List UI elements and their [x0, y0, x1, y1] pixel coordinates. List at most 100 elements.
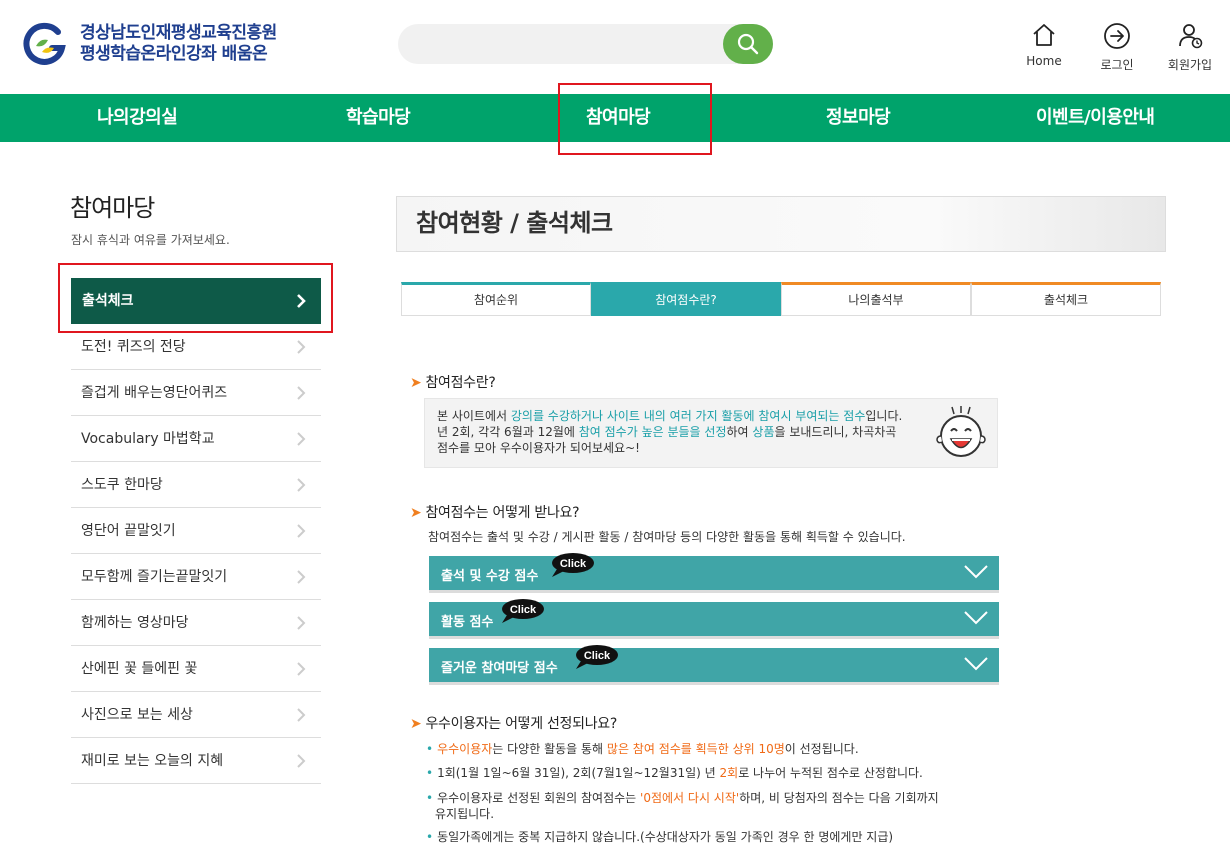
chevron-right-icon	[297, 570, 306, 584]
chevron-right-icon	[297, 340, 306, 354]
chevron-right-icon	[297, 478, 306, 492]
side-item-word-chain[interactable]: 영단어 끝말잇기	[71, 508, 321, 554]
intro-text-part: 을 보내드리니, 차곡차곡	[774, 425, 897, 439]
side-item-label: 재미로 보는 오늘의 지혜	[81, 753, 224, 769]
intro-text-highlight: 참여 점수가 높은 분들을 선정	[578, 425, 727, 439]
section-title-text: 우수이용자는 어떻게 선정되나요?	[425, 716, 617, 732]
intro-text: 본 사이트에서 강의를 수강하거나 사이트 내의 여러 가지 활동에 참여시 부…	[437, 408, 937, 456]
nav-information[interactable]: 정보마당	[826, 94, 891, 142]
side-item-vocabulary[interactable]: Vocabulary 마법학교	[71, 416, 321, 462]
click-bubble-icon: Click	[576, 645, 618, 669]
side-item-label: 산에핀 꽃 들에핀 꽃	[81, 661, 198, 677]
arrow-icon: ➤	[410, 505, 422, 521]
accordion-attendance-score[interactable]: 출석 및 수강 점수 Click	[429, 553, 999, 590]
side-item-group-word-chain[interactable]: 모두함께 즐기는끝말잇기	[71, 554, 321, 600]
chevron-right-icon	[297, 616, 306, 630]
logo-line2: 평생학습온라인강좌 배움온	[80, 44, 268, 64]
home-label: Home	[1026, 54, 1062, 68]
smiley-face-icon	[936, 406, 986, 457]
user-add-icon	[1179, 24, 1203, 49]
section-title-selection: ➤ 우수이용자는 어떻게 선정되나요?	[410, 713, 617, 733]
nav-participation[interactable]: 참여마당	[586, 94, 651, 142]
click-text: Click	[510, 604, 537, 616]
chevron-down-icon	[964, 611, 988, 625]
login-link[interactable]: 로그인	[1087, 22, 1147, 73]
intro-box: 본 사이트에서 강의를 수강하거나 사이트 내의 여러 가지 활동에 참여시 부…	[424, 398, 998, 468]
chevron-right-icon	[297, 524, 306, 538]
side-item-sudoku[interactable]: 스도쿠 한마당	[71, 462, 321, 508]
bullet-item: • 우수이용자는 다양한 활동을 통해 많은 참여 점수를 획득한 상위 10명이…	[426, 741, 859, 757]
bullet-highlight: 2회	[719, 766, 739, 780]
section-title-text: 참여점수란?	[425, 375, 496, 391]
bullet-dot: •	[426, 766, 434, 780]
bullet-item: • 1회(1월 1일~6월 31일), 2회(7월1일~12월31일) 년 2회로…	[426, 765, 923, 781]
side-item-label: 즐겁게 배우는영단어퀴즈	[81, 385, 228, 401]
logo-mark-icon	[22, 22, 66, 66]
chevron-right-icon	[297, 294, 306, 308]
side-item-quiz[interactable]: 도전! 퀴즈의 전당	[71, 324, 321, 370]
side-item-label: 함께하는 영상마당	[81, 615, 189, 631]
chevron-down-icon	[964, 657, 988, 671]
intro-line-3: 점수를 모아 우수이용자가 되어보세요~!	[437, 441, 640, 455]
login-icon	[1104, 23, 1130, 49]
side-item-word-quiz[interactable]: 즐겁게 배우는영단어퀴즈	[71, 370, 321, 416]
chevron-right-icon	[297, 386, 306, 400]
side-item-label: 스도쿠 한마당	[81, 477, 163, 493]
intro-text-highlight: 상품	[752, 425, 775, 439]
bullet-text: 유지됩니다.	[435, 807, 495, 821]
logo-text: 경상남도인재평생교육진흥원 평생학습온라인강좌 배움온	[80, 23, 277, 65]
home-link[interactable]: Home	[1014, 22, 1074, 68]
side-item-wisdom[interactable]: 재미로 보는 오늘의 지혜	[71, 738, 321, 784]
chevron-right-icon	[297, 662, 306, 676]
click-bubble-icon: Click	[502, 599, 544, 623]
bullet-text: 동일가족에게는 중복 지급하지 않습니다.(수상대상자가 동일 가족인 경우 한…	[437, 830, 894, 844]
intro-text-part: 입니다.	[865, 409, 903, 423]
side-item-label: Vocabulary 마법학교	[81, 431, 215, 447]
side-item-flowers[interactable]: 산에핀 꽃 들에핀 꽃	[71, 646, 321, 692]
home-icon	[1033, 24, 1055, 46]
search-bar[interactable]	[398, 24, 773, 64]
bullet-text: 하며, 비 당첨자의 점수는 다음 기회까지	[739, 791, 939, 805]
logo-line1: 경상남도인재평생교육진흥원	[80, 23, 277, 43]
bullet-highlight: 많은 참여 점수를 획득한 상위 10명	[606, 742, 785, 756]
side-item-label: 영단어 끝말잇기	[81, 523, 176, 539]
tab-ranking[interactable]: 참여순위	[401, 282, 591, 316]
intro-text-part: 하여	[726, 425, 753, 439]
bullet-item: • 동일가족에게는 중복 지급하지 않습니다.(수상대상자가 동일 가족인 경우 …	[426, 829, 893, 845]
bullet-highlight: '0점에서 다시 시작'	[640, 791, 740, 805]
signup-link[interactable]: 회원가입	[1160, 22, 1220, 73]
accordion-label: 활동 점수	[441, 615, 494, 630]
bullet-text: 이 선정됩니다.	[784, 742, 859, 756]
side-item-photos[interactable]: 사진으로 보는 세상	[71, 692, 321, 738]
tab-score-info[interactable]: 참여점수란?	[591, 282, 781, 316]
nav-learning[interactable]: 학습마당	[346, 94, 411, 142]
search-button[interactable]	[723, 24, 773, 64]
intro-text-highlight: 강의를 수강하거나 사이트 내의 여러 가지 활동에 참여시 부여되는 점수	[510, 409, 866, 423]
click-bubble-icon: Click	[552, 553, 594, 577]
tab-bar: 참여순위 참여점수란? 나의출석부 출석체크	[401, 282, 1161, 316]
bullet-dot: •	[426, 830, 434, 844]
main-nav: 나의강의실 학습마당 참여마당 정보마당 이벤트/이용안내	[0, 94, 1230, 142]
side-item-label: 사진으로 보는 세상	[81, 707, 193, 723]
bullet-text: 1회(1월 1일~6월 31일), 2회(7월1일~12월31일) 년	[437, 766, 720, 780]
search-icon	[737, 33, 759, 55]
bullet-highlight: 우수이용자	[437, 742, 493, 756]
section-title-text: 참여점수는 어떻게 받나요?	[425, 505, 580, 521]
side-item-video[interactable]: 함께하는 영상마당	[71, 600, 321, 646]
side-item-attendance-check[interactable]: 출석체크	[71, 278, 321, 324]
bullet-dot: •	[426, 742, 434, 756]
click-text: Click	[560, 558, 587, 570]
signup-label: 회원가입	[1167, 58, 1213, 72]
accordion-activity-score[interactable]: 활동 점수 Click	[429, 599, 999, 636]
nav-events[interactable]: 이벤트/이용안내	[1036, 94, 1155, 142]
click-text: Click	[584, 650, 611, 662]
site-logo[interactable]: 경상남도인재평생교육진흥원 평생학습온라인강좌 배움온	[22, 22, 277, 66]
side-item-label: 도전! 퀴즈의 전당	[81, 339, 186, 355]
nav-my-classroom[interactable]: 나의강의실	[97, 94, 178, 142]
chevron-right-icon	[297, 708, 306, 722]
tab-attendance-check[interactable]: 출석체크	[971, 282, 1161, 316]
side-subtitle: 잠시 휴식과 여유를 가져보세요.	[71, 233, 230, 247]
accordion-participation-score[interactable]: 즐거운 참여마당 점수 Click	[429, 645, 999, 682]
tab-my-attendance[interactable]: 나의출석부	[781, 282, 971, 316]
header: 경상남도인재평생교육진흥원 평생학습온라인강좌 배움온 Home 로그인 회원가…	[0, 0, 1230, 94]
